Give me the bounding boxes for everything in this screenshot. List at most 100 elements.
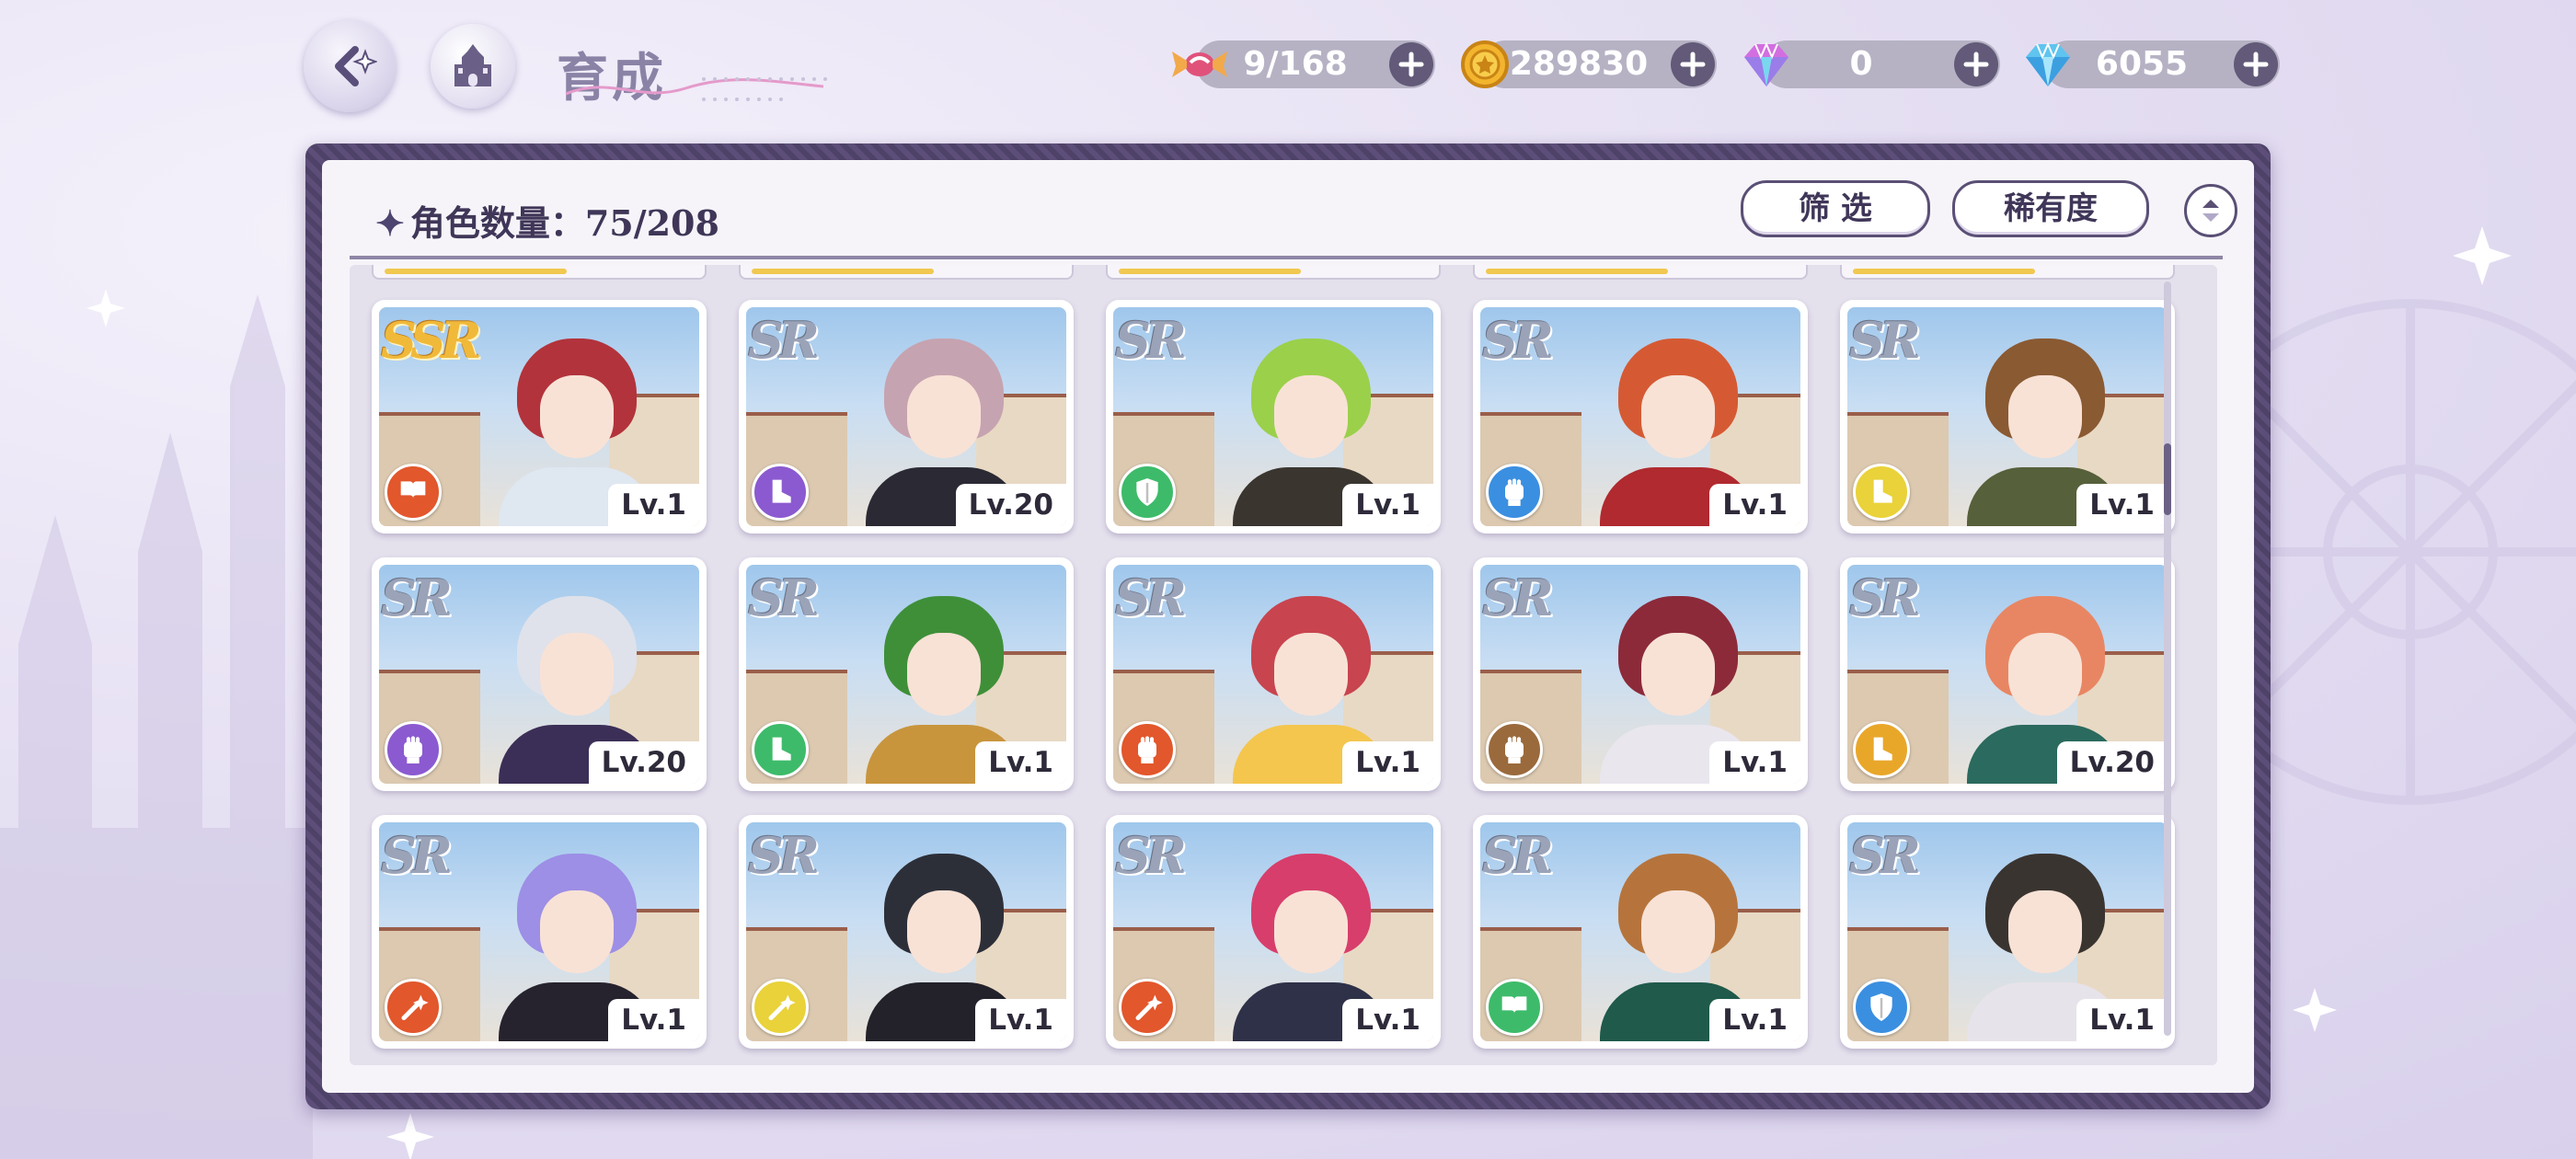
home-castle-button[interactable]	[431, 24, 515, 109]
rarity-badge: SR	[1482, 311, 1554, 370]
role-shield-icon	[1119, 464, 1176, 521]
level-label: Lv.20	[2056, 741, 2168, 784]
role-boot-icon	[1853, 721, 1910, 778]
character-card[interactable]: SR Lv.20	[739, 300, 1074, 534]
back-button[interactable]	[304, 20, 396, 112]
rarity-badge: SR	[1482, 826, 1554, 885]
character-count-text: 角色数量：75/208	[409, 202, 719, 244]
level-label: Lv.1	[975, 741, 1066, 784]
scrollbar-thumb[interactable]	[2164, 443, 2171, 515]
add-candy-button[interactable]	[1389, 42, 1433, 86]
level-label: Lv.20	[955, 484, 1066, 526]
level-label: Lv.1	[1709, 999, 1800, 1041]
level-label: Lv.1	[1709, 741, 1800, 784]
role-fist-icon	[1119, 721, 1176, 778]
character-card[interactable]: SR Lv.1	[1840, 815, 2175, 1049]
character-count-label: ✦ 角色数量：75/208	[375, 195, 719, 246]
role-book-icon	[385, 464, 442, 521]
character-card[interactable]: SR Lv.1	[1473, 300, 1808, 534]
level-label: Lv.1	[975, 999, 1066, 1041]
rarity-badge: SR	[1849, 311, 1921, 370]
role-boot-icon	[752, 464, 809, 521]
character-card[interactable]: SR Lv.1	[1840, 300, 2175, 534]
rarity-badge: SR	[381, 568, 453, 627]
rarity-badge: SR	[748, 311, 820, 370]
previous-row-card[interactable]	[1473, 265, 1808, 280]
level-label: Lv.20	[588, 741, 699, 784]
rarity-badge: SR	[1115, 311, 1187, 370]
character-card[interactable]: SR Lv.20	[1840, 557, 2175, 791]
level-label: Lv.1	[1709, 484, 1800, 526]
previous-row-card[interactable]	[1106, 265, 1441, 280]
role-wand-icon	[385, 979, 442, 1036]
character-card[interactable]: SR Lv.1	[372, 815, 707, 1049]
plus-icon	[2243, 52, 2269, 77]
add-diamond-button[interactable]	[2234, 42, 2278, 86]
character-panel-inner: ✦ 角色数量：75/208 筛 选 稀有度 SSR Lv.1 SR Lv.20 SR Lv.…	[322, 160, 2254, 1093]
character-card[interactable]: SR Lv.1	[1473, 557, 1808, 791]
level-label: Lv.1	[608, 999, 699, 1041]
previous-row-card[interactable]	[739, 265, 1074, 280]
rainbow-gem-value: 0	[1849, 45, 1873, 83]
role-boot-icon	[752, 721, 809, 778]
plus-icon	[1963, 52, 1989, 77]
coin-value: 289830	[1509, 45, 1649, 83]
rarity-badge: SR	[1115, 568, 1187, 627]
add-rainbow-gem-button[interactable]	[1954, 42, 1998, 86]
level-label: Lv.1	[2076, 999, 2168, 1041]
level-label: Lv.1	[1342, 999, 1433, 1041]
rarity-badge: SSR	[381, 311, 482, 370]
sparkle-icon: ✦	[375, 202, 405, 244]
character-card[interactable]: SR Lv.20	[372, 557, 707, 791]
sort-arrows-icon	[2202, 200, 2219, 222]
character-grid[interactable]: SSR Lv.1 SR Lv.20 SR Lv.1 SR Lv.1 SR Lv.1 SR Lv.20 S…	[350, 265, 2217, 1065]
rarity-badge: SR	[1849, 568, 1921, 627]
character-card[interactable]: SR Lv.1	[1106, 300, 1441, 534]
castle-icon	[454, 44, 491, 86]
role-fist-icon	[1486, 721, 1543, 778]
role-fist-icon	[385, 721, 442, 778]
role-wand-icon	[1119, 979, 1176, 1036]
add-coin-button[interactable]	[1671, 42, 1715, 86]
plus-icon	[1398, 52, 1424, 77]
header-divider	[350, 256, 2223, 259]
rarity-badge: SR	[748, 568, 820, 627]
character-panel: ✦ 角色数量：75/208 筛 选 稀有度 SSR Lv.1 SR Lv.20 SR Lv.…	[305, 143, 2271, 1109]
character-card[interactable]: SR Lv.1	[739, 557, 1074, 791]
back-arrow-icon	[335, 46, 377, 86]
filter-button[interactable]: 筛 选	[1741, 180, 1930, 237]
role-fist-icon	[1486, 464, 1543, 521]
character-card[interactable]: SR Lv.1	[1106, 815, 1441, 1049]
candy-resource: 9/168	[1172, 40, 1435, 88]
coin-resource: 289830	[1461, 40, 1717, 88]
level-label: Lv.1	[1342, 484, 1433, 526]
level-label: Lv.1	[608, 484, 699, 526]
previous-row-card[interactable]	[1840, 265, 2175, 280]
level-label: Lv.1	[2076, 484, 2168, 526]
character-card[interactable]: SR Lv.1	[1473, 815, 1808, 1049]
rainbow-gem-resource: 0	[1744, 40, 2000, 88]
character-card[interactable]: SR Lv.1	[1106, 557, 1441, 791]
diamond-value: 6055	[2095, 45, 2189, 83]
rarity-badge: SR	[1849, 826, 1921, 885]
role-boot-icon	[1853, 464, 1910, 521]
previous-row-card[interactable]	[372, 265, 707, 280]
rarity-badge: SR	[1115, 826, 1187, 885]
role-shield-icon	[1853, 979, 1910, 1036]
rarity-badge: SR	[748, 826, 820, 885]
top-bar: 育成 9/168 289830 0 6055	[0, 0, 2576, 138]
level-label: Lv.1	[1342, 741, 1433, 784]
role-book-icon	[1486, 979, 1543, 1036]
grid-scrollbar[interactable]	[2164, 281, 2171, 1036]
rarity-badge: SR	[381, 826, 453, 885]
sort-order-button[interactable]	[2184, 184, 2237, 237]
character-card[interactable]: SR Lv.1	[739, 815, 1074, 1049]
rarity-badge: SR	[1482, 568, 1554, 627]
candy-value: 9/168	[1243, 45, 1348, 83]
role-wand-icon	[752, 979, 809, 1036]
plus-icon	[1680, 52, 1706, 77]
rarity-sort-button[interactable]: 稀有度	[1952, 180, 2149, 237]
title-decoration	[565, 77, 827, 101]
diamond-resource: 6055	[2026, 40, 2280, 88]
character-card[interactable]: SSR Lv.1	[372, 300, 707, 534]
